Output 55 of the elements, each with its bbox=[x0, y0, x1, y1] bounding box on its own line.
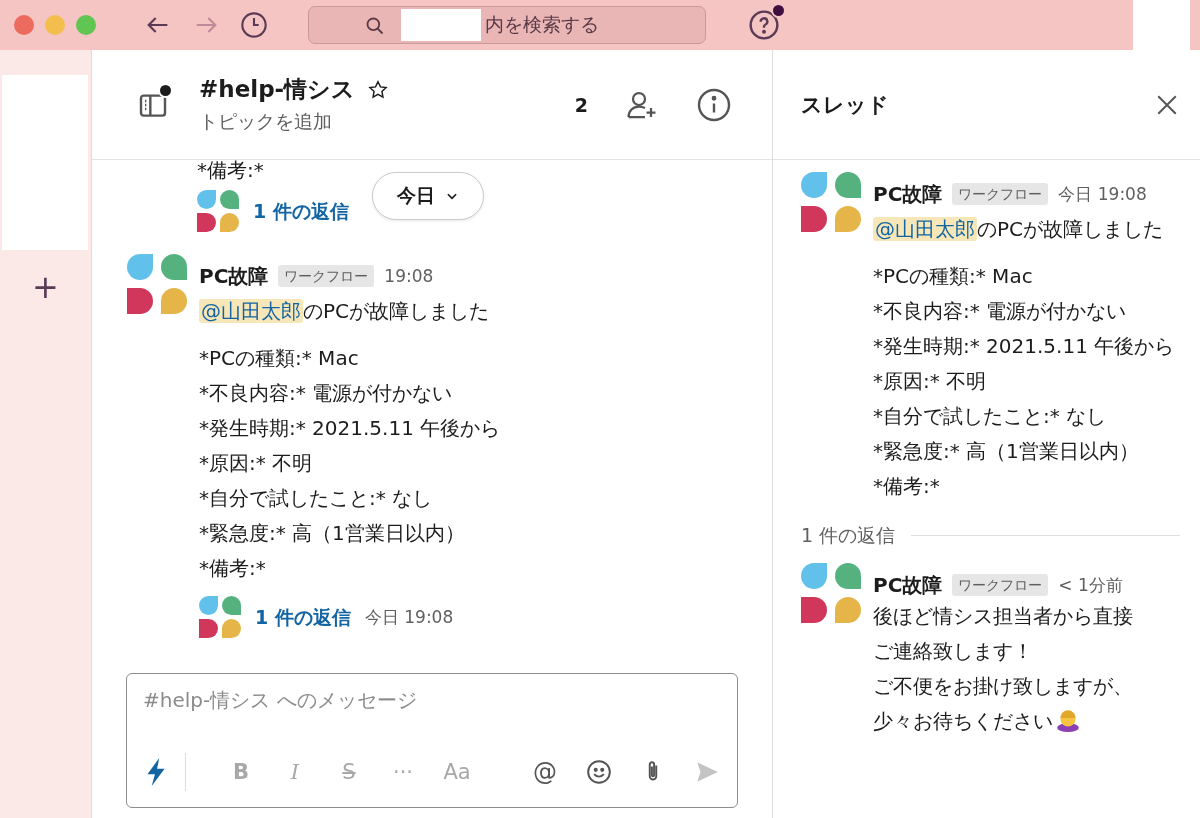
workflow-avatar bbox=[801, 563, 861, 623]
reply-count-link[interactable]: 1 件の返信 bbox=[253, 193, 349, 229]
author-name[interactable]: PC故障 bbox=[873, 571, 943, 599]
detail-line: *不良内容:* 電源が付かない bbox=[199, 380, 454, 407]
add-workspace-button[interactable]: + bbox=[26, 270, 65, 304]
workflow-avatar bbox=[197, 190, 239, 232]
emoji-icon bbox=[586, 759, 612, 785]
detail-line: *PCの種類:* Mac bbox=[873, 263, 1034, 290]
message-text: @山田太郎のPCが故障しました bbox=[199, 298, 491, 325]
reply-count: 1 件の返信 bbox=[801, 523, 896, 548]
detail-line: *原因:* 不明 bbox=[199, 450, 314, 477]
info-icon[interactable] bbox=[696, 86, 732, 123]
detail-line: *発生時期:* 2021.5.11 午後から bbox=[199, 415, 502, 442]
workflow-badge: ワークフロー bbox=[278, 265, 375, 287]
add-topic-link[interactable]: トピックを追加 bbox=[199, 109, 390, 135]
date-jump-button[interactable]: 今日 bbox=[372, 172, 484, 220]
author-name[interactable]: PC故障 bbox=[873, 180, 943, 208]
detail-line: *備考:* bbox=[873, 473, 941, 500]
message-text: ご連絡致します！ bbox=[873, 638, 1034, 665]
detail-line: *自分で試したこと:* なし bbox=[199, 485, 434, 512]
detail-line: *緊急度:* 高（1営業日以内） bbox=[199, 520, 466, 547]
history-clock-icon[interactable] bbox=[240, 11, 268, 39]
detail-line: *備考:* bbox=[197, 160, 265, 180]
workflow-badge: ワークフロー bbox=[952, 183, 1049, 205]
detail-line: *不良内容:* 電源が付かない bbox=[873, 298, 1128, 325]
message-text: ご不便をお掛け致しますが、 bbox=[873, 673, 1134, 700]
star-icon[interactable] bbox=[367, 78, 390, 101]
detail-line: *緊急度:* 高（1営業日以内） bbox=[873, 438, 1140, 465]
workflow-avatar bbox=[127, 254, 187, 314]
message-time[interactable]: < 1分前 bbox=[1058, 571, 1123, 599]
send-icon bbox=[694, 759, 720, 785]
channel-name[interactable]: #help-情シス bbox=[199, 74, 356, 105]
reply-time: 今日 19:08 bbox=[364, 605, 454, 629]
message-time[interactable]: 19:08 bbox=[384, 262, 434, 290]
mention-button[interactable]: @ bbox=[531, 758, 559, 786]
author-name[interactable]: PC故障 bbox=[199, 262, 269, 290]
search-icon bbox=[365, 16, 385, 36]
detail-line: *備考:* bbox=[199, 555, 267, 582]
member-count[interactable]: 2 bbox=[574, 93, 588, 116]
workflow-avatar bbox=[199, 596, 241, 638]
detail-line: *自分で試したこと:* なし bbox=[873, 403, 1108, 430]
emoji-button[interactable] bbox=[585, 758, 613, 786]
search-field[interactable]: 内を検索する bbox=[308, 6, 706, 44]
message-text: 少々お待ちください bbox=[873, 704, 1180, 739]
thread-title: スレッド bbox=[801, 91, 889, 119]
workflow-badge: ワークフロー bbox=[952, 574, 1049, 596]
reply-count-link[interactable]: 1 件の返信 bbox=[255, 599, 351, 635]
detail-line: *原因:* 不明 bbox=[873, 368, 988, 395]
message-time[interactable]: 今日 19:08 bbox=[1058, 180, 1147, 208]
message-text: @山田太郎のPCが故障しました bbox=[873, 216, 1165, 243]
detail-line: *PCの種類:* Mac bbox=[199, 345, 360, 372]
message-text: 後ほど情シス担当者から直接 bbox=[873, 603, 1134, 630]
help-icon[interactable] bbox=[748, 9, 780, 41]
workflow-avatar bbox=[801, 172, 861, 232]
detail-line: *発生時期:* 2021.5.11 午後から bbox=[873, 333, 1176, 360]
